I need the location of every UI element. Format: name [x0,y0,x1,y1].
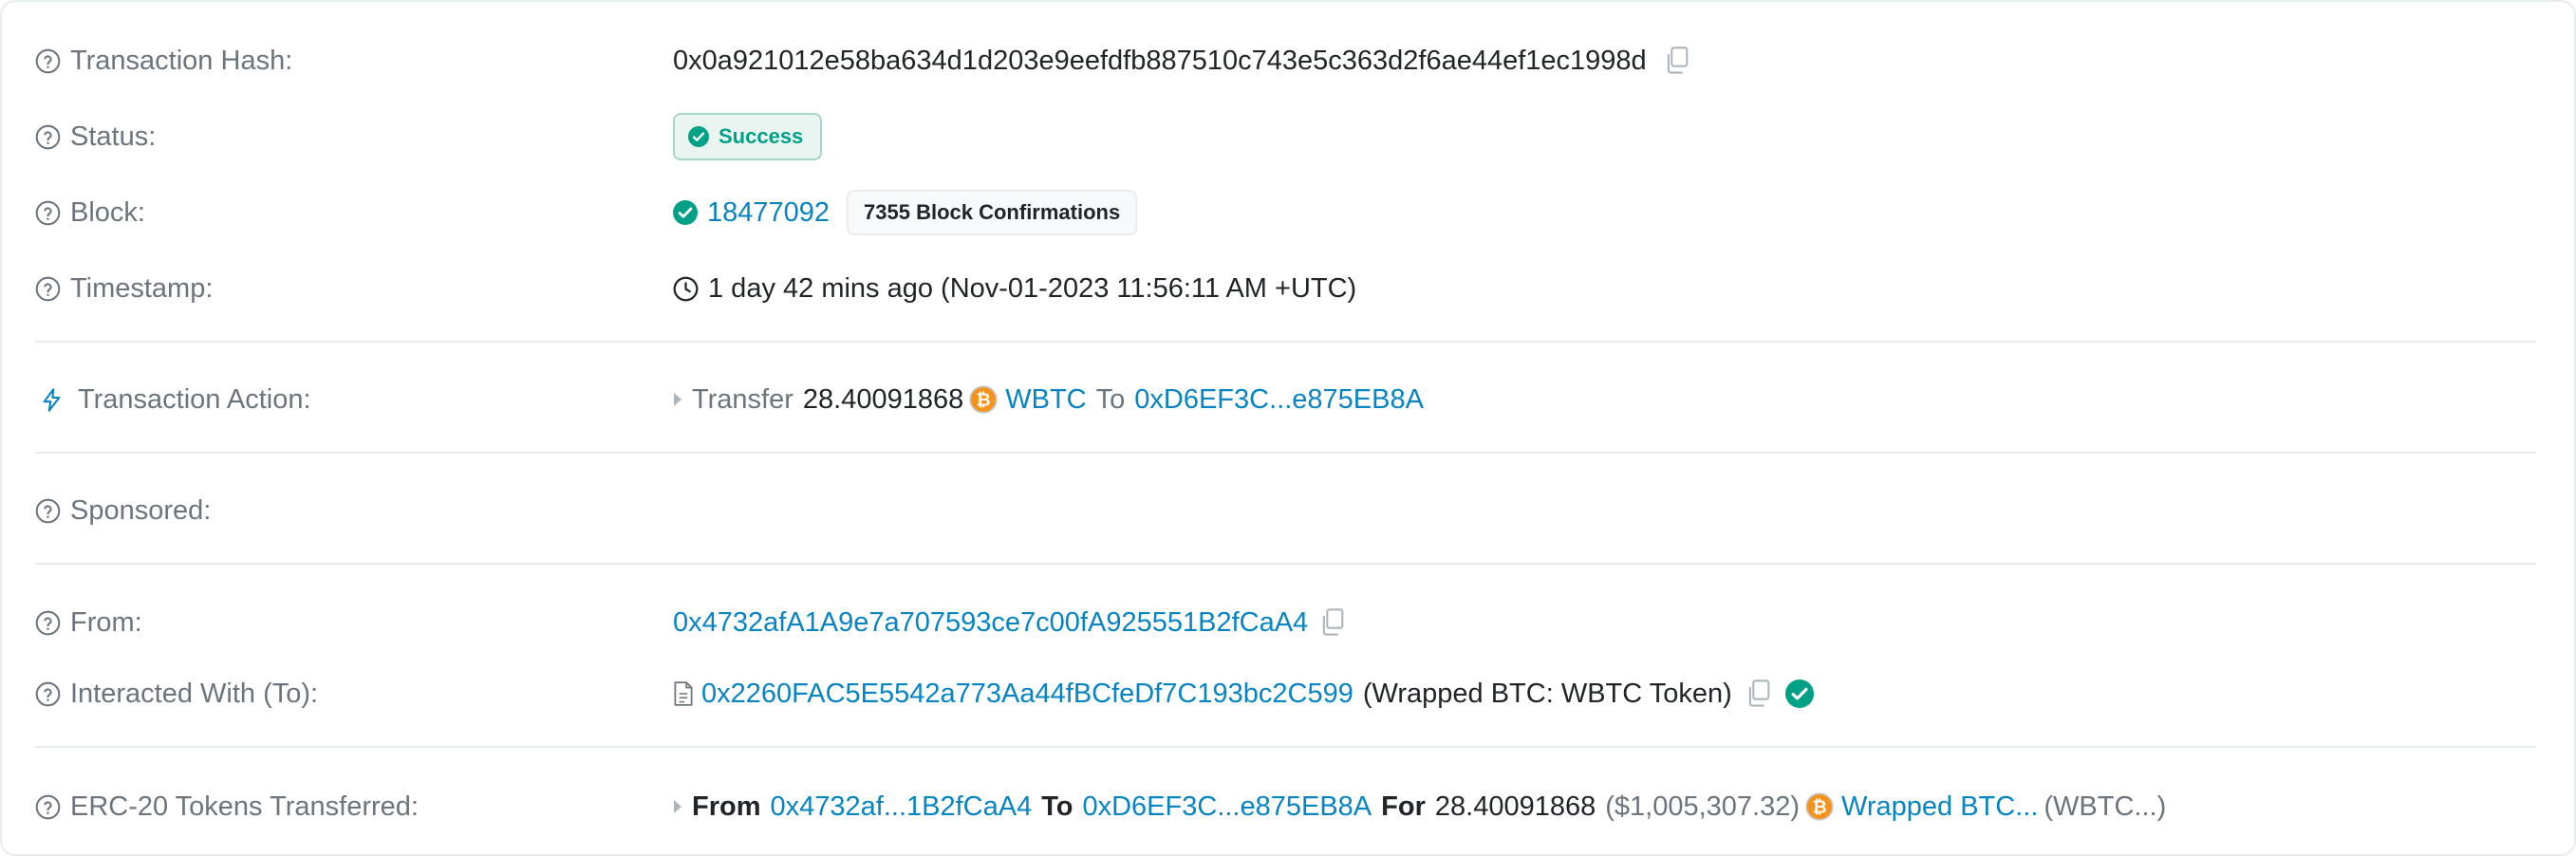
interacted-with-label: Interacted With (To): [70,678,319,709]
divider [35,341,2536,343]
block-label: Block: [70,196,145,228]
lightning-icon [43,387,61,412]
action-to-word: To [1095,383,1126,415]
question-circle-icon[interactable] [35,610,61,636]
contract-name: (Wrapped BTC: WBTC Token) [1362,678,1732,709]
clock-icon [673,276,699,301]
bitcoin-token-icon: ₿ [969,385,998,414]
status-row: Status: Success [35,112,2536,161]
transaction-action-label: Transaction Action: [78,383,311,415]
status-label: Status: [70,121,157,152]
sponsored-row: Sponsored: [35,490,2536,531]
erc20-transfers-row: ERC-20 Tokens Transferred: From 0x4732af… [35,786,2536,828]
transaction-hash-label: Transaction Hash: [70,45,293,76]
status-badge: Success [673,113,823,160]
copy-icon[interactable] [1319,607,1346,638]
transaction-hash-row: Transaction Hash: 0x0a921012e58ba634d1d2… [35,40,2536,82]
erc20-usd-value: ($1,005,307.32) [1605,791,1800,822]
question-circle-icon[interactable] [35,200,61,226]
svg-text:₿: ₿ [977,389,991,409]
bitcoin-token-icon: ₿ [1805,792,1834,821]
action-verb: Transfer [692,383,793,415]
caret-right-icon[interactable] [673,392,682,407]
erc20-label: ERC-20 Tokens Transferred: [70,791,419,822]
question-circle-icon[interactable] [35,276,61,302]
timestamp-label: Timestamp: [70,272,214,304]
svg-text:₿: ₿ [1812,796,1826,816]
action-amount: 28.40091868 [802,383,964,415]
transaction-hash-value: 0x0a921012e58ba634d1d203e9eefdfb887510c7… [673,45,1647,76]
check-circle-icon [688,126,709,147]
from-label: From: [70,606,142,638]
erc20-token-symbol: (WBTC...) [2044,791,2167,822]
question-circle-icon[interactable] [35,498,61,524]
erc20-amount: 28.40091868 [1434,791,1596,822]
timestamp-row: Timestamp: 1 day 42 mins ago (Nov-01-202… [35,268,2536,309]
transaction-action-row: Transaction Action: Transfer 28.40091868… [35,379,2536,420]
contract-file-icon [674,681,693,706]
contract-address-link[interactable]: 0x2260FAC5E5542a773Aa44fBCfeDf7C193bc2C5… [701,679,1353,710]
status-badge-text: Success [719,124,804,148]
erc20-from-word: From [692,791,761,822]
interacted-with-row: Interacted With (To): 0x2260FAC5E5542a77… [35,673,2536,715]
erc20-to-address-link[interactable]: 0xD6EF3C...e875EB8A [1082,791,1372,823]
action-token-link[interactable]: WBTC [1005,384,1086,416]
verified-check-icon [1784,679,1814,708]
erc20-for-word: For [1381,791,1426,822]
sponsored-label: Sponsored: [70,494,212,526]
from-address-link[interactable]: 0x4732afA1A9e7a707593ce7c00fA925551B2fCa… [673,607,1308,639]
transaction-overview-card: Transaction Hash: 0x0a921012e58ba634d1d2… [0,0,2576,856]
block-confirmations-badge: 7355 Block Confirmations [847,190,1138,235]
divider [35,563,2536,565]
block-row: Block: 18477092 7355 Block Confirmations [35,188,2536,237]
divider [35,746,2536,748]
question-circle-icon[interactable] [35,124,61,150]
question-circle-icon[interactable] [35,794,61,820]
copy-icon[interactable] [1664,46,1690,76]
erc20-token-link[interactable]: Wrapped BTC... [1841,791,2038,823]
block-number-link[interactable]: 18477092 [707,197,830,229]
caret-right-icon[interactable] [673,799,682,814]
check-circle-icon [673,200,698,225]
question-circle-icon[interactable] [35,681,61,707]
from-row: From: 0x4732afA1A9e7a707593ce7c00fA92555… [35,602,2536,643]
timestamp-value: 1 day 42 mins ago (Nov-01-2023 11:56:11 … [708,272,1357,304]
action-to-address-link[interactable]: 0xD6EF3C...e875EB8A [1134,384,1424,416]
copy-icon[interactable] [1745,679,1772,709]
question-circle-icon[interactable] [35,48,61,74]
erc20-to-word: To [1041,791,1073,822]
divider [35,452,2536,454]
erc20-from-address-link[interactable]: 0x4732af...1B2fCaA4 [771,791,1033,823]
